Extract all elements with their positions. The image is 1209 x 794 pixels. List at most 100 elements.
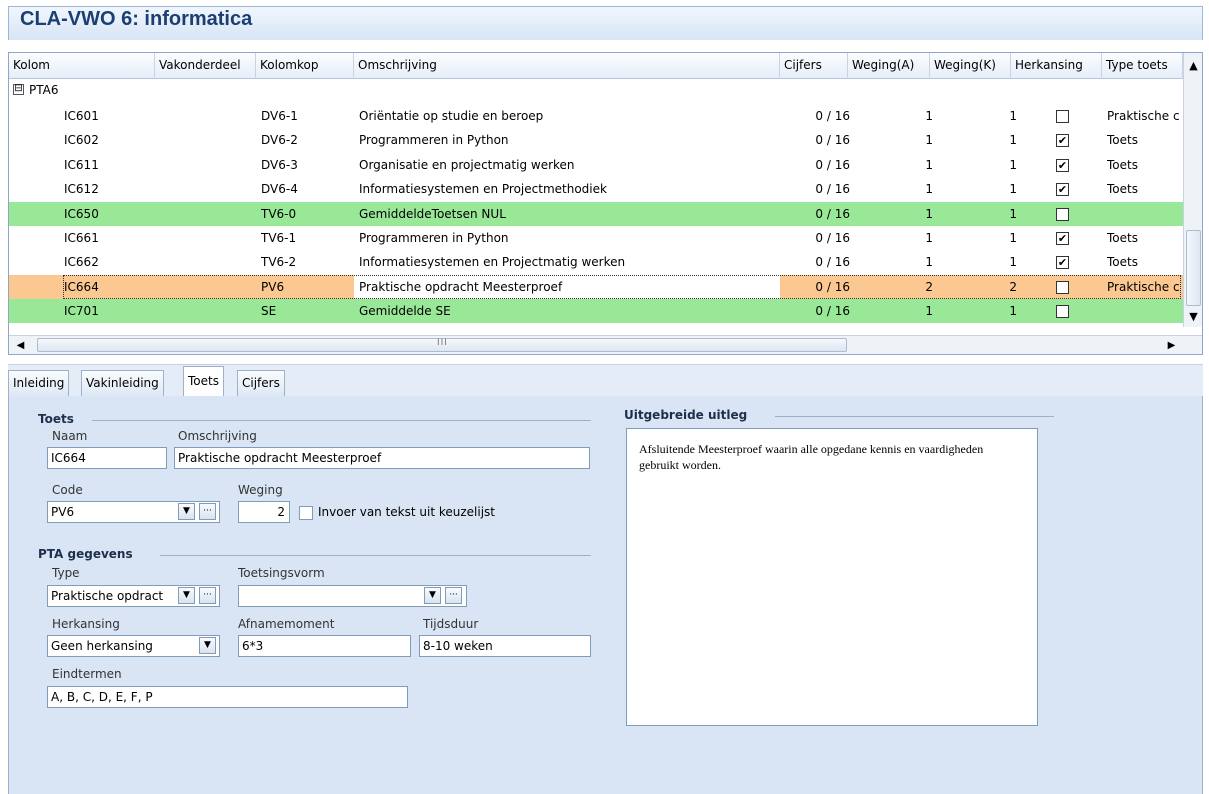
cell-cijfers: 0 / 16 — [815, 109, 850, 123]
cell-weging-k: 1 — [1009, 231, 1017, 245]
uitleg-divider — [775, 416, 1054, 417]
table-row[interactable]: IC602 DV6-2 Programmeren in Python 0 / 16 1 1… — [9, 128, 1183, 152]
cell-type-toets: Toets — [1107, 133, 1138, 148]
tab-vakinleiding[interactable]: Vakinleiding — [81, 370, 164, 397]
scroll-down-icon[interactable]: ▼ — [1185, 308, 1202, 325]
cell-cijfers: 0 / 16 — [815, 304, 850, 319]
cell-kolom: IC611 — [64, 157, 99, 172]
cell-kolomkop: DV6-3 — [261, 157, 298, 172]
herkansing-checkbox[interactable]: ✔ — [1056, 134, 1069, 148]
table-row[interactable]: IC662 TV6-2 Informatiesystemen en Projectm… — [9, 250, 1183, 274]
vertical-scroll-thumb[interactable] — [1186, 230, 1201, 306]
herkansing-select[interactable]: Geen herkansing — [47, 635, 220, 657]
cell-kolomkop: SE — [261, 304, 277, 319]
herkansing-dropdown-icon[interactable]: ▼ — [199, 637, 216, 654]
header-vakonderdeel[interactable]: Vakonderdeel — [155, 53, 256, 79]
weging-label: Weging — [238, 483, 283, 497]
table-row[interactable]: IC612 DV6-4 Informatiesystemen en Projectm… — [9, 177, 1183, 201]
cell-cijfers: 0 / 16 — [815, 157, 850, 172]
cell-weging-k: 1 — [1009, 109, 1017, 123]
scroll-left-icon[interactable]: ◀ — [12, 337, 29, 353]
pta-section-title: PTA gegevens — [38, 547, 137, 561]
uitleg-textarea[interactable]: Afsluitende Meesterproef waarin alle opg… — [626, 428, 1038, 726]
herkansing-checkbox[interactable]: ✔ — [1056, 158, 1069, 172]
keuzelijst-checkbox[interactable] — [299, 506, 313, 520]
grid-header: Kolom Vakonderdeel Kolomkop Omschrijving… — [9, 53, 1202, 79]
cell-omschrijving: Informatiesystemen en Projectmethodiek — [359, 182, 607, 197]
cell-type-toets: Praktische c — [1107, 109, 1180, 123]
cell-omschrijving: Organisatie en projectmatig werken — [359, 157, 575, 172]
cell-type-toets — [1107, 299, 1183, 323]
type-ellipsis-button[interactable]: ··· — [199, 587, 216, 604]
herkansing-checkbox[interactable] — [1056, 110, 1069, 123]
herkansing-checkbox[interactable]: ✔ — [1056, 256, 1069, 270]
cell-type-toets: Toets — [1107, 255, 1138, 270]
cell-weging-a: 1 — [925, 182, 933, 197]
table-row[interactable]: IC701 SE Gemiddelde SE 0 / 16 1 1 — [9, 299, 1183, 324]
afnamemoment-input[interactable]: 6*3 — [238, 635, 411, 657]
tab-cijfers[interactable]: Cijfers — [237, 370, 285, 397]
window-title: CLA-VWO 6: informatica — [20, 8, 253, 30]
cell-omschrijving: Gemiddelde SE — [359, 304, 451, 319]
eindtermen-input[interactable]: A, B, C, D, E, F, P — [47, 686, 408, 708]
header-weging-a[interactable]: Weging(A) — [848, 53, 930, 79]
keuzelijst-label: Invoer van tekst uit keuzelijst — [318, 505, 496, 519]
tijdsduur-input[interactable]: 8-10 weken — [419, 635, 591, 657]
tab-inleiding[interactable]: Inleiding — [8, 370, 70, 397]
herkansing-label: Herkansing — [52, 617, 120, 631]
vertical-scrollbar[interactable]: ▲ ▼ — [1183, 53, 1202, 327]
scroll-right-icon[interactable]: ▶ — [1163, 337, 1180, 353]
toetsingsvorm-label: Toetsingsvorm — [238, 566, 325, 580]
cell-type-toets — [1107, 202, 1183, 226]
cell-cijfers: 0 / 16 — [815, 182, 850, 197]
herkansing-checkbox[interactable]: ✔ — [1056, 232, 1069, 245]
cell-kolomkop: TV6-1 — [261, 231, 297, 245]
cell-weging-a: 1 — [925, 255, 933, 270]
omschrijving-input[interactable]: Praktische opdracht Meesterproef — [174, 447, 590, 469]
horizontal-scrollbar[interactable]: ◀ III ▶ — [9, 335, 1202, 354]
header-weging-k[interactable]: Weging(K) — [930, 53, 1011, 79]
toetsingsvorm-ellipsis-button[interactable]: ··· — [445, 587, 462, 604]
code-ellipsis-button[interactable]: ··· — [199, 503, 216, 520]
cell-omschrijving: Programmeren in Python — [359, 231, 509, 245]
herkansing-checkbox[interactable] — [1056, 207, 1069, 221]
tab-toets[interactable]: Toets — [183, 366, 224, 397]
type-label: Type — [52, 566, 80, 580]
cell-kolomkop: DV6-1 — [261, 109, 298, 123]
eindtermen-label: Eindtermen — [52, 667, 122, 681]
herkansing-checkbox[interactable] — [1056, 305, 1069, 319]
pta-divider — [160, 555, 591, 556]
toetsingsvorm-dropdown-icon[interactable]: ▼ — [424, 587, 441, 604]
table-row[interactable]: IC611 DV6-3 Organisatie en projectmatig we… — [9, 153, 1183, 177]
cell-kolomkop: DV6-4 — [261, 182, 298, 197]
cell-kolom: IC601 — [64, 109, 99, 123]
columns-grid: Kolom Vakonderdeel Kolomkop Omschrijving… — [8, 52, 1203, 355]
header-type-toets[interactable]: Type toets — [1102, 53, 1183, 79]
tab-bar: Inleiding Vakinleiding Toets Cijfers — [8, 364, 1203, 397]
naam-input[interactable]: IC664 — [47, 447, 167, 469]
code-dropdown-icon[interactable]: ▼ — [178, 503, 195, 520]
table-row[interactable]: IC601 DV6-1 Oriëntatie op studie en beroep… — [9, 104, 1183, 128]
table-row[interactable]: IC650 TV6-0 GemiddeldeToetsen NUL 0 / 16 1 1 — [9, 201, 1183, 226]
cell-kolom: IC602 — [64, 133, 99, 148]
type-dropdown-icon[interactable]: ▼ — [178, 587, 195, 604]
group-label: PTA6 — [29, 83, 59, 97]
cell-weging-a: 1 — [925, 304, 933, 319]
table-row[interactable]: IC664 PV6 Praktische opdracht Meesterproef… — [9, 274, 1183, 299]
header-cijfers[interactable]: Cijfers — [780, 53, 848, 79]
header-omschrijving[interactable]: Omschrijving — [354, 53, 780, 79]
cell-weging-k: 1 — [1009, 304, 1017, 319]
scroll-up-icon[interactable]: ▲ — [1185, 57, 1202, 74]
cell-kolom: IC650 — [64, 206, 99, 221]
weging-input[interactable]: 2 — [238, 501, 290, 523]
cell-weging-k: 1 — [1009, 182, 1017, 197]
header-herkansing[interactable]: Herkansing — [1011, 53, 1102, 79]
cell-kolom: IC662 — [64, 255, 99, 270]
table-row[interactable]: IC661 TV6-1 Programmeren in Python 0 / 16 1 1… — [9, 226, 1183, 250]
naam-label: Naam — [52, 429, 88, 443]
cell-cijfers: 0 / 16 — [815, 206, 850, 221]
collapse-icon[interactable]: ⊟ — [13, 84, 24, 95]
header-kolomkop[interactable]: Kolomkop — [256, 53, 354, 79]
header-kolom[interactable]: Kolom — [9, 53, 155, 79]
herkansing-checkbox[interactable]: ✔ — [1056, 183, 1069, 197]
